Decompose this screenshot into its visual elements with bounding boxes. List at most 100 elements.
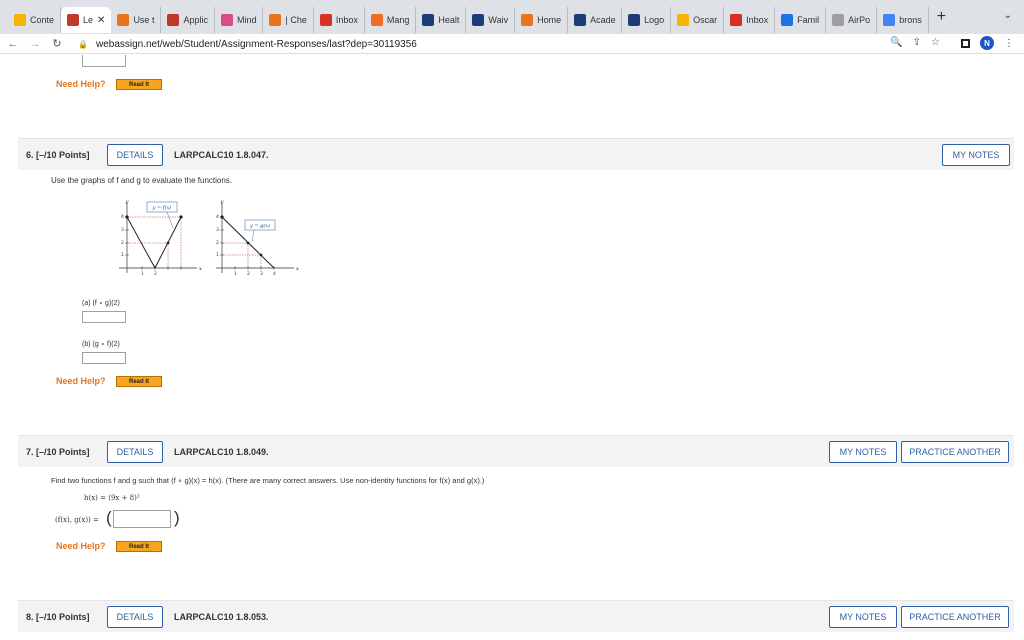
svg-text:3: 3: [216, 227, 219, 233]
tab-label: Mind: [236, 15, 257, 25]
tab-favicon-icon: [220, 14, 233, 26]
tab-label: Logo: [644, 15, 665, 25]
browser-tab[interactable]: | Che: [263, 7, 314, 33]
svg-text:2: 2: [154, 271, 157, 277]
practice-another-button[interactable]: PRACTICE ANOTHER: [901, 441, 1009, 463]
browser-tab[interactable]: Inbox: [314, 7, 365, 33]
browser-tab[interactable]: Le ✕: [61, 7, 112, 33]
question-6-header: 6. [–/10 Points] DETAILS LARPCALC10 1.8.…: [18, 138, 1014, 170]
browser-tab[interactable]: Oscar: [671, 7, 725, 33]
browser-tab[interactable]: Mang: [365, 7, 417, 33]
details-button[interactable]: DETAILS: [107, 606, 163, 628]
need-help-label: Need Help?: [56, 376, 106, 386]
need-help-label: Need Help?: [56, 79, 106, 89]
tab-label: Inbox: [335, 15, 358, 25]
details-button[interactable]: DETAILS: [107, 144, 163, 166]
tab-favicon-icon: [883, 14, 896, 26]
graph-f-label: y = f(x): [152, 204, 172, 211]
tab-favicon-icon: [117, 14, 130, 26]
tab-label: AirPo: [848, 15, 871, 25]
part-a-input[interactable]: [82, 311, 126, 323]
reload-icon[interactable]: ↻: [48, 37, 66, 50]
browser-tab[interactable]: Applic: [161, 7, 215, 33]
sidepanel-icon[interactable]: [961, 38, 970, 48]
tab-favicon-icon: [370, 14, 383, 26]
browser-tab[interactable]: Home: [515, 7, 569, 33]
browser-tab[interactable]: Acade: [568, 7, 623, 33]
svg-text:x: x: [199, 266, 202, 272]
read-it-button[interactable]: Read It: [116, 376, 162, 387]
address-bar[interactable]: 🔒 webassign.net/web/Student/Assignment-R…: [78, 35, 946, 53]
svg-text:x: x: [296, 266, 299, 272]
browser-tab[interactable]: Mind: [215, 7, 264, 33]
browser-tab[interactable]: Logo: [622, 7, 672, 33]
answer-input-prev[interactable]: [82, 55, 126, 67]
svg-text:1: 1: [141, 271, 144, 277]
details-button[interactable]: DETAILS: [107, 441, 163, 463]
forward-arrow-icon[interactable]: →: [26, 38, 44, 50]
lock-icon: 🔒: [78, 39, 88, 49]
new-tab-icon[interactable]: +: [937, 8, 946, 26]
tab-favicon-icon: [472, 14, 485, 26]
svg-text:4: 4: [273, 271, 276, 277]
my-notes-button[interactable]: MY NOTES: [829, 606, 897, 628]
svg-text:1: 1: [121, 252, 124, 258]
answer-label: (f(x), g(x)) =: [55, 516, 99, 524]
read-it-button[interactable]: Read It: [116, 79, 162, 90]
read-it-button[interactable]: Read It: [116, 541, 162, 552]
browser-tab[interactable]: Famil: [775, 7, 827, 33]
svg-text:3: 3: [121, 227, 124, 233]
browser-tab[interactable]: AirPo: [826, 7, 878, 33]
my-notes-button[interactable]: MY NOTES: [942, 144, 1010, 166]
practice-another-button[interactable]: PRACTICE ANOTHER: [901, 606, 1009, 628]
svg-text:y: y: [220, 199, 224, 205]
tab-favicon-icon: [832, 14, 845, 26]
graph-g-label: y = g(x): [249, 222, 270, 229]
bookmark-star-icon[interactable]: ☆: [931, 37, 940, 48]
question-number: 7. [–/10 Points]: [26, 446, 90, 457]
graph-g: y x 4 3 2 1 1 2 3 4 y = g(x): [216, 199, 299, 277]
back-arrow-icon[interactable]: ←: [4, 38, 22, 50]
tab-favicon-icon: [269, 14, 282, 26]
tab-label: Conte: [30, 15, 55, 25]
my-notes-button[interactable]: MY NOTES: [829, 441, 897, 463]
tab-label: Inbox: [746, 15, 769, 25]
tab-label: brons: [899, 15, 922, 25]
share-icon[interactable]: ⇪: [913, 37, 921, 48]
question-prompt: Use the graphs of f and g to evaluate th…: [51, 176, 233, 185]
browser-tab[interactable]: brons: [877, 7, 929, 33]
zoom-icon[interactable]: 🔍: [890, 37, 902, 48]
part-b-input[interactable]: [82, 352, 126, 364]
browser-tab[interactable]: Use t: [111, 7, 162, 33]
browser-tab[interactable]: Healt: [416, 7, 467, 33]
tab-label: Oscar: [693, 15, 718, 25]
question-number: 8. [–/10 Points]: [26, 611, 90, 622]
tab-label: Use t: [133, 15, 155, 25]
tab-favicon-icon: [781, 14, 794, 26]
question-prompt: Find two functions f and g such that (f …: [51, 476, 485, 485]
tab-label: Acade: [590, 15, 616, 25]
url-text: webassign.net/web/Student/Assignment-Res…: [95, 38, 417, 50]
tab-strip: Conte Le ✕ Use t Applic Mind | Che Inbox Mang Hea…: [0, 0, 1024, 34]
tab-favicon-icon: [14, 14, 26, 26]
browser-tab[interactable]: Conte: [8, 7, 62, 33]
fg-answer-input[interactable]: [113, 510, 171, 528]
tab-favicon-icon: [574, 14, 587, 26]
close-tab-icon[interactable]: ✕: [97, 15, 105, 26]
avatar[interactable]: N: [980, 36, 994, 50]
svg-text:1: 1: [216, 252, 219, 258]
svg-text:2: 2: [216, 240, 219, 246]
question-number: 6. [–/10 Points]: [26, 149, 90, 160]
svg-text:1: 1: [234, 271, 237, 277]
kebab-menu-icon[interactable]: ⋮: [1004, 38, 1014, 49]
tab-favicon-icon: [521, 14, 534, 26]
browser-tab[interactable]: Waiv: [466, 7, 516, 33]
tab-favicon-icon: [628, 14, 641, 26]
svg-text:3: 3: [260, 271, 263, 277]
graph-f: y x 4 3 2 1 1 2 y = f(x): [119, 199, 202, 277]
tab-favicon-icon: [167, 14, 180, 26]
question-code: LARPCALC10 1.8.049.: [174, 446, 269, 457]
browser-tab[interactable]: Inbox: [724, 7, 776, 33]
open-paren: (: [106, 508, 112, 527]
tab-search-chevron-icon[interactable]: ⌄: [1004, 10, 1012, 21]
